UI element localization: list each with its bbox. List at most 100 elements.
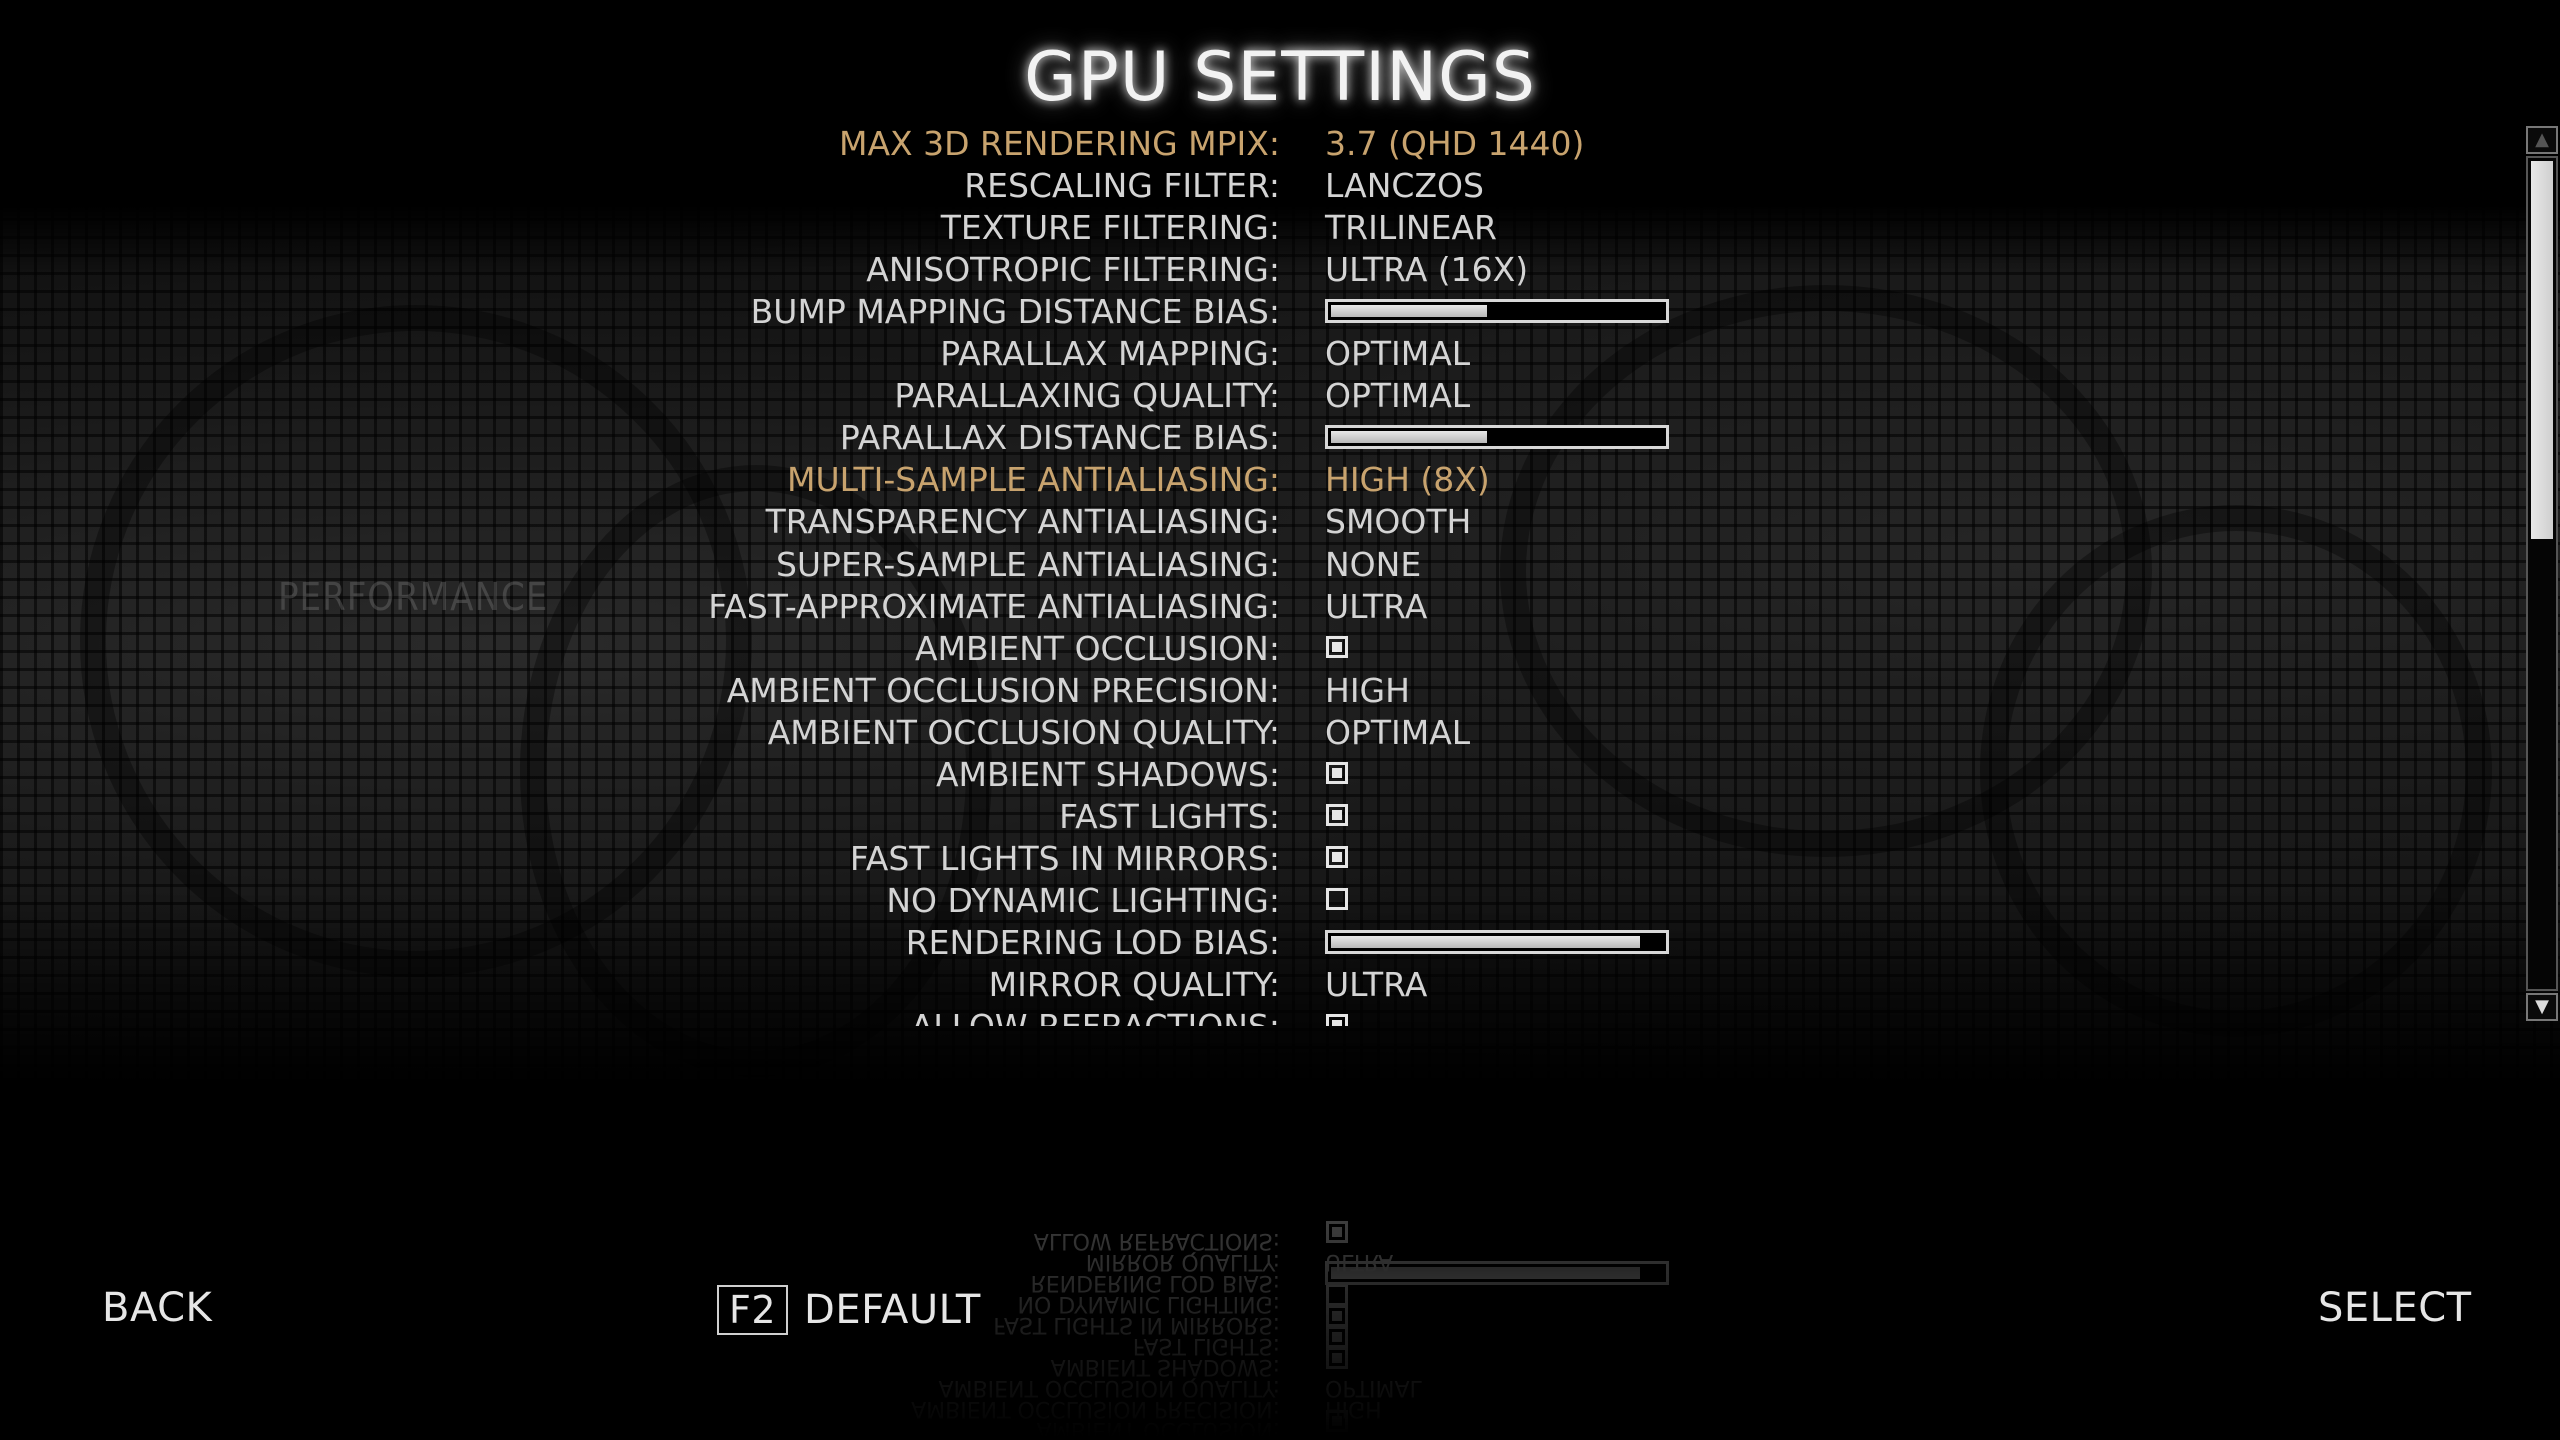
setting-label: FAST LIGHTS [1133, 1333, 1280, 1358]
setting-label: AMBIENT OCCLUSION QUALITY [768, 712, 1280, 754]
setting-label: ALLOW REFRACTIONS [1034, 1228, 1280, 1253]
scroll-thumb[interactable] [2531, 161, 2553, 539]
setting-label: RESCALING FILTER [964, 165, 1280, 207]
setting-label: RENDERING LOD BIAS [906, 922, 1280, 964]
scroll-up-icon[interactable]: ▲ [2526, 126, 2558, 154]
setting-label: AMBIENT OCCLUSION [1037, 1417, 1280, 1440]
setting-row-ambient-occlusion-quality[interactable]: AMBIENT OCCLUSION QUALITY OPTIMAL [0, 1375, 2520, 1400]
setting-value[interactable]: OPTIMAL [1325, 333, 1470, 375]
setting-value[interactable]: HIGH [1325, 670, 1410, 712]
setting-label: MULTI-SAMPLE ANTIALIASING [787, 459, 1280, 501]
setting-row-ambient-occlusion-quality[interactable]: AMBIENT OCCLUSION QUALITY OPTIMAL [0, 712, 2520, 754]
setting-row-rendering-lod-bias[interactable]: RENDERING LOD BIAS [0, 1261, 2520, 1295]
setting-row-no-dynamic-lighting[interactable]: NO DYNAMIC LIGHTING [0, 1284, 2520, 1316]
f2-key-icon: F2 [717, 1285, 789, 1335]
setting-row-ambient-occlusion[interactable]: AMBIENT OCCLUSION [0, 628, 2520, 670]
setting-row-parallax-distance-bias[interactable]: PARALLAX DISTANCE BIAS [0, 417, 2520, 459]
setting-row-mirror-quality[interactable]: MIRROR QUALITY ULTRA [0, 964, 2520, 1006]
setting-label: RENDERING LOD BIAS [1031, 1270, 1281, 1295]
setting-label: TRANSPARENCY ANTIALIASING [766, 501, 1280, 543]
setting-value[interactable]: OPTIMAL [1325, 375, 1470, 417]
setting-row-max-3d-rendering-mpix[interactable]: MAX 3D RENDERING MPIX 3.7 (QHD 1440) [0, 123, 2520, 165]
scroll-down-icon[interactable]: ▼ [2526, 993, 2558, 1021]
setting-value[interactable]: OPTIMAL [1325, 1375, 1422, 1400]
setting-row-allow-refractions[interactable]: ALLOW REFRACTIONS [0, 1006, 2520, 1026]
setting-row-mirror-quality[interactable]: MIRROR QUALITY ULTRA [0, 1249, 2520, 1274]
setting-value[interactable]: OPTIMAL [1325, 712, 1470, 754]
setting-row-bump-mapping-distance-bias[interactable]: BUMP MAPPING DISTANCE BIAS [0, 291, 2520, 333]
page-title: GPU SETTINGS [1024, 38, 1536, 117]
setting-row-allow-refractions[interactable]: ALLOW REFRACTIONS [0, 1221, 2520, 1253]
setting-value[interactable]: NONE [1325, 544, 1421, 586]
setting-label: ANISOTROPIC FILTERING [866, 249, 1280, 291]
setting-label: FAST LIGHTS [1059, 796, 1280, 838]
setting-row-transparency-antialiasing[interactable]: TRANSPARENCY ANTIALIASING SMOOTH [0, 501, 2520, 543]
setting-label: NO DYNAMIC LIGHTING [1018, 1291, 1280, 1316]
setting-label: SUPER-SAMPLE ANTIALIASING [776, 544, 1280, 586]
setting-label: PARALLAX MAPPING [940, 333, 1280, 375]
setting-checkbox[interactable] [1326, 887, 1348, 910]
setting-label: AMBIENT OCCLUSION PRECISION [911, 1396, 1280, 1421]
scroll-track[interactable] [2526, 156, 2558, 991]
setting-value[interactable]: HIGH [1325, 1396, 1382, 1421]
setting-slider[interactable] [1325, 425, 1669, 450]
setting-row-ambient-occlusion-precision[interactable]: AMBIENT OCCLUSION PRECISION HIGH [0, 1396, 2520, 1421]
setting-value[interactable]: ULTRA [1325, 964, 1427, 1006]
setting-checkbox[interactable] [1326, 1221, 1348, 1243]
settings-scrollbar[interactable]: ▲ ▼ [2526, 126, 2558, 1021]
setting-label: MAX 3D RENDERING MPIX [839, 123, 1280, 165]
setting-value[interactable]: SMOOTH [1325, 501, 1471, 543]
setting-row-fast-lights[interactable]: FAST LIGHTS [0, 1326, 2520, 1358]
setting-slider[interactable] [1325, 929, 1669, 954]
setting-value[interactable]: ULTRA (16X) [1325, 249, 1528, 291]
setting-row-parallax-mapping[interactable]: PARALLAX MAPPING OPTIMAL [0, 333, 2520, 375]
setting-label: NO DYNAMIC LIGHTING [886, 880, 1280, 922]
setting-value[interactable]: LANCZOS [1325, 165, 1484, 207]
default-button[interactable]: F2 DEFAULT [717, 1285, 981, 1335]
setting-checkbox[interactable] [1326, 635, 1348, 658]
setting-checkbox[interactable] [1326, 1014, 1348, 1026]
setting-label: ALLOW REFRACTIONS [911, 1006, 1280, 1026]
setting-row-fast-approximate-antialiasing[interactable]: FAST-APPROXIMATE ANTIALIASING ULTRA [0, 586, 2520, 628]
setting-row-parallaxing-quality[interactable]: PARALLAXING QUALITY OPTIMAL [0, 375, 2520, 417]
setting-value[interactable]: 3.7 (QHD 1440) [1325, 123, 1584, 165]
settings-reflection: AMBIENT OCCLUSIONAMBIENT OCCLUSION PRECI… [0, 1210, 2520, 1440]
setting-row-ambient-occlusion-precision[interactable]: AMBIENT OCCLUSION PRECISION HIGH [0, 670, 2520, 712]
setting-checkbox[interactable] [1326, 803, 1348, 826]
select-button[interactable]: SELECT [2318, 1285, 2472, 1331]
setting-label: FAST LIGHTS IN MIRRORS [993, 1312, 1280, 1337]
setting-label: FAST LIGHTS IN MIRRORS [850, 838, 1280, 880]
setting-checkbox[interactable] [1326, 845, 1348, 868]
setting-label: AMBIENT OCCLUSION PRECISION [727, 670, 1280, 712]
setting-value[interactable]: ULTRA [1325, 1249, 1393, 1274]
setting-row-ambient-shadows[interactable]: AMBIENT SHADOWS [0, 1347, 2520, 1379]
setting-checkbox[interactable] [1326, 761, 1348, 784]
setting-label: AMBIENT OCCLUSION QUALITY [938, 1375, 1280, 1400]
default-label: DEFAULT [804, 1287, 981, 1333]
setting-value[interactable]: TRILINEAR [1325, 207, 1497, 249]
setting-value[interactable]: HIGH (8X) [1325, 459, 1490, 501]
setting-row-fast-lights[interactable]: FAST LIGHTS [0, 796, 2520, 838]
back-button[interactable]: BACK [102, 1285, 212, 1331]
settings-list[interactable]: MAX 3D RENDERING MPIX3.7 (QHD 1440)RESCA… [0, 118, 2520, 1026]
setting-row-ambient-occlusion[interactable]: AMBIENT OCCLUSION [0, 1410, 2520, 1440]
setting-row-no-dynamic-lighting[interactable]: NO DYNAMIC LIGHTING [0, 880, 2520, 922]
setting-row-anisotropic-filtering[interactable]: ANISOTROPIC FILTERING ULTRA (16X) [0, 249, 2520, 291]
setting-row-rescaling-filter[interactable]: RESCALING FILTER LANCZOS [0, 165, 2520, 207]
setting-label: MIRROR QUALITY [989, 964, 1280, 1006]
setting-label: AMBIENT OCCLUSION [915, 628, 1280, 670]
setting-label: MIRROR QUALITY [1086, 1249, 1280, 1274]
setting-label: BUMP MAPPING DISTANCE BIAS [751, 291, 1280, 333]
slider-fill [1331, 431, 1487, 444]
setting-slider[interactable] [1325, 299, 1669, 324]
setting-row-fast-lights-in-mirrors[interactable]: FAST LIGHTS IN MIRRORS [0, 1305, 2520, 1337]
setting-row-multi-sample-antialiasing[interactable]: MULTI-SAMPLE ANTIALIASING HIGH (8X) [0, 459, 2520, 501]
setting-row-rendering-lod-bias[interactable]: RENDERING LOD BIAS [0, 922, 2520, 964]
setting-label: FAST-APPROXIMATE ANTIALIASING [708, 586, 1280, 628]
slider-fill [1331, 305, 1487, 318]
setting-row-fast-lights-in-mirrors[interactable]: FAST LIGHTS IN MIRRORS [0, 838, 2520, 880]
setting-row-texture-filtering[interactable]: TEXTURE FILTERING TRILINEAR [0, 207, 2520, 249]
setting-row-super-sample-antialiasing[interactable]: SUPER-SAMPLE ANTIALIASING NONE [0, 544, 2520, 586]
setting-value[interactable]: ULTRA [1325, 586, 1427, 628]
setting-row-ambient-shadows[interactable]: AMBIENT SHADOWS [0, 754, 2520, 796]
